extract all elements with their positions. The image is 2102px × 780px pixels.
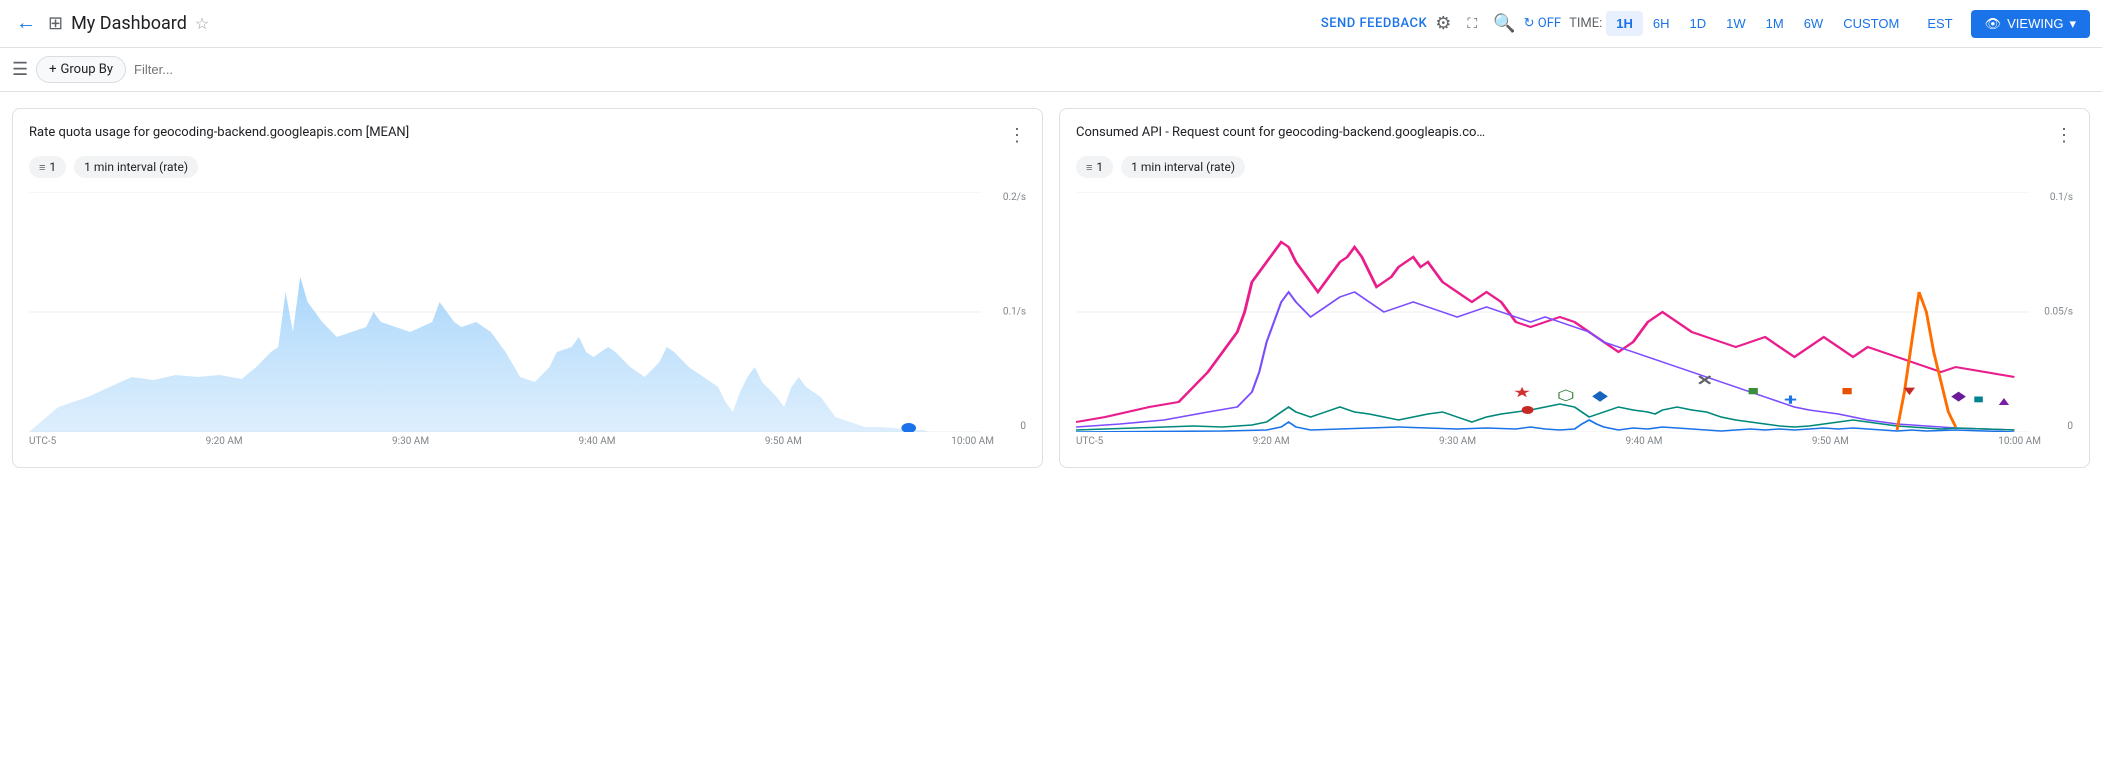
time-6h-button[interactable]: 6H bbox=[1643, 11, 1680, 36]
x-label: 9:40 AM bbox=[1625, 436, 1662, 447]
card-1-more-icon[interactable]: ⋮ bbox=[1008, 125, 1026, 146]
group-by-label: Group By bbox=[61, 62, 114, 77]
svg-text:▼: ▼ bbox=[1900, 383, 1919, 398]
x-label: 9:50 AM bbox=[765, 436, 802, 447]
card-1-y-mid: 0.1/s bbox=[1003, 307, 1026, 318]
back-button[interactable]: ← bbox=[12, 8, 40, 39]
svg-text:✕: ✕ bbox=[1696, 373, 1713, 389]
card-2-y-bot: 0 bbox=[2067, 421, 2073, 432]
card-1-filters: ≡ 1 1 min interval (rate) bbox=[29, 156, 1026, 178]
x-label: 9:40 AM bbox=[578, 436, 615, 447]
filter-lines-icon: ≡ bbox=[39, 161, 45, 174]
time-1w-button[interactable]: 1W bbox=[1716, 11, 1756, 36]
timezone-button[interactable]: EST bbox=[1917, 11, 1962, 36]
card-1-filter-2-label: 1 min interval (rate) bbox=[84, 160, 188, 174]
card-1-header: Rate quota usage for geocoding-backend.g… bbox=[29, 125, 1026, 146]
time-label: TIME: bbox=[1569, 16, 1602, 31]
svg-text:⬡: ⬡ bbox=[1557, 388, 1575, 404]
header-left: ← ⊞ My Dashboard ☆ bbox=[12, 8, 1313, 39]
card-1-y-top: 0.2/s bbox=[1003, 192, 1026, 203]
card-1-filter-1-label: 1 bbox=[49, 160, 56, 174]
refresh-section[interactable]: ↻ OFF bbox=[1524, 16, 1561, 31]
filter-lines-icon-2: ≡ bbox=[1086, 161, 1092, 174]
viewing-label: VIEWING bbox=[2007, 16, 2063, 31]
header: ← ⊞ My Dashboard ☆ SEND FEEDBACK ⚙ ⛶ 🔍 ↻… bbox=[0, 0, 2102, 48]
card-2-y-mid: 0.05/s bbox=[2044, 307, 2073, 318]
svg-text:★: ★ bbox=[1513, 385, 1531, 401]
card-1-y-bot: 0 bbox=[1020, 421, 1026, 432]
time-custom-button[interactable]: CUSTOM bbox=[1833, 11, 1909, 36]
filter-input[interactable] bbox=[134, 62, 2090, 77]
menu-icon[interactable]: ☰ bbox=[12, 59, 28, 80]
card-1-filter-chip-1[interactable]: ≡ 1 bbox=[29, 156, 66, 178]
time-1d-button[interactable]: 1D bbox=[1680, 11, 1717, 36]
card-2-y-top: 0.1/s bbox=[2050, 192, 2073, 203]
card-2-filter-2-label: 1 min interval (rate) bbox=[1131, 160, 1235, 174]
x-label: 10:00 AM bbox=[951, 436, 994, 447]
send-feedback-button[interactable]: SEND FEEDBACK bbox=[1321, 16, 1427, 31]
card-1-chart-svg bbox=[29, 192, 1026, 432]
card-2-title: Consumed API - Request count for geocodi… bbox=[1076, 125, 2047, 140]
svg-text:◆: ◆ bbox=[1951, 388, 1966, 403]
card-2-chart-area: 0.1/s 0.05/s 0 ★ bbox=[1076, 192, 2073, 432]
x-label: 9:50 AM bbox=[1812, 436, 1849, 447]
group-by-plus-icon: + bbox=[49, 62, 56, 77]
x-label: 10:00 AM bbox=[1998, 436, 2041, 447]
x-label: UTC-5 bbox=[29, 436, 56, 447]
card-1-title: Rate quota usage for geocoding-backend.g… bbox=[29, 125, 1000, 140]
x-label: 9:30 AM bbox=[1439, 436, 1476, 447]
refresh-label: ↻ OFF bbox=[1524, 16, 1561, 31]
svg-text:+: + bbox=[1784, 390, 1797, 409]
card-1-x-labels: UTC-5 9:20 AM 9:30 AM 9:40 AM 9:50 AM 10… bbox=[29, 436, 1026, 447]
search-icon[interactable]: 🔍 bbox=[1493, 13, 1515, 34]
card-2-header: Consumed API - Request count for geocodi… bbox=[1076, 125, 2073, 146]
viewing-button[interactable]: 👁 VIEWING ▾ bbox=[1971, 10, 2090, 38]
toolbar: ☰ + Group By bbox=[0, 48, 2102, 92]
card-2-filter-chip-1[interactable]: ≡ 1 bbox=[1076, 156, 1113, 178]
group-by-button[interactable]: + Group By bbox=[36, 56, 126, 83]
time-1m-button[interactable]: 1M bbox=[1756, 11, 1794, 36]
time-6w-button[interactable]: 6W bbox=[1794, 11, 1834, 36]
card-2-chart-svg: ★ ⬡ ◆ ✕ ■ + ■ ▼ ◆ ■ ▲ bbox=[1076, 192, 2073, 432]
card-2-filters: ≡ 1 1 min interval (rate) bbox=[1076, 156, 2073, 178]
svg-text:◆: ◆ bbox=[1592, 388, 1608, 404]
star-icon[interactable]: ☆ bbox=[195, 14, 209, 33]
card-2-filter-1-label: 1 bbox=[1096, 160, 1103, 174]
chart-card-2: Consumed API - Request count for geocodi… bbox=[1059, 108, 2090, 468]
chart-card-1: Rate quota usage for geocoding-backend.g… bbox=[12, 108, 1043, 468]
x-label: 9:20 AM bbox=[206, 436, 243, 447]
main-content: Rate quota usage for geocoding-backend.g… bbox=[0, 92, 2102, 484]
viewing-chevron-icon: ▾ bbox=[2069, 16, 2076, 32]
x-label: UTC-5 bbox=[1076, 436, 1103, 447]
expand-icon[interactable]: ⛶ bbox=[1467, 16, 1477, 32]
time-1h-button[interactable]: 1H bbox=[1606, 11, 1643, 36]
svg-text:■: ■ bbox=[1748, 383, 1760, 398]
x-label: 9:20 AM bbox=[1253, 436, 1290, 447]
svg-text:■: ■ bbox=[1973, 392, 1984, 406]
card-2-x-labels: UTC-5 9:20 AM 9:30 AM 9:40 AM 9:50 AM 10… bbox=[1076, 436, 2073, 447]
card-2-filter-chip-2[interactable]: 1 min interval (rate) bbox=[1121, 156, 1245, 178]
card-1-filter-chip-2[interactable]: 1 min interval (rate) bbox=[74, 156, 198, 178]
time-section: TIME: 1H 6H 1D 1W 1M 6W CUSTOM bbox=[1569, 11, 1909, 36]
viewing-eye-icon: 👁 bbox=[1985, 16, 2002, 32]
svg-text:▲: ▲ bbox=[1995, 394, 2012, 408]
settings-icon[interactable]: ⚙ bbox=[1435, 13, 1451, 34]
x-label: 9:30 AM bbox=[392, 436, 429, 447]
page-title: My Dashboard bbox=[71, 13, 187, 34]
card-1-chart-area: 0.2/s 0.1/s 0 bbox=[29, 192, 1026, 432]
svg-text:■: ■ bbox=[1841, 383, 1853, 398]
dashboard-icon: ⊞ bbox=[48, 13, 63, 34]
card-2-more-icon[interactable]: ⋮ bbox=[2055, 125, 2073, 146]
header-icons: ⚙ ⛶ 🔍 bbox=[1435, 13, 1515, 34]
